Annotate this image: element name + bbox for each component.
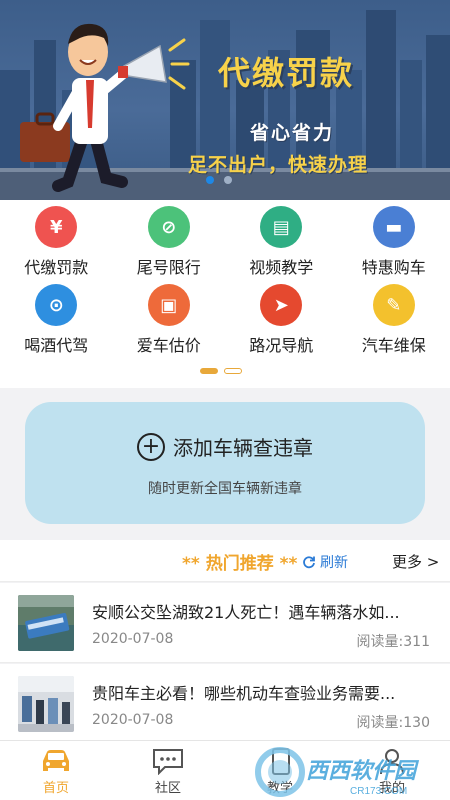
feature-item[interactable]: ▬ 特惠购车: [338, 206, 450, 284]
add-vehicle-title: 添加车辆查违章: [173, 436, 313, 460]
banner-dot[interactable]: [206, 176, 214, 184]
wrench-icon: ✎: [372, 284, 415, 326]
no-entry-icon: ⊘: [147, 206, 190, 248]
news-title: 安顺公交坠湖致21人死亡！遇车辆落水如...: [92, 603, 400, 622]
steering-wheel-icon: ⊙: [35, 284, 78, 326]
news-item[interactable]: 贵阳车主必看！哪些机动车查验业务需要... 2020-07-08 阅读量:130: [0, 664, 450, 744]
chat-icon: [153, 749, 183, 775]
banner-tagline: 足不出户，快速办理: [188, 154, 369, 176]
tab-home[interactable]: 首页: [26, 747, 86, 796]
feature-item[interactable]: ⊙ 喝酒代驾: [0, 284, 113, 362]
hot-recommend-header: ** 热门推荐 ** 刷新 更多 >: [0, 540, 450, 582]
plus-circle-icon: +: [137, 432, 165, 461]
car-icon: ▬: [372, 206, 415, 248]
news-read-count: 阅读量:130: [356, 715, 430, 731]
feature-item[interactable]: ▣ 爱车估价: [113, 284, 226, 362]
cr173-watermark-logo: 西西软件园 CR173.COM: [255, 747, 420, 797]
feature-label: 视频教学: [249, 258, 314, 277]
businessman-with-megaphone-illustration: [20, 23, 190, 192]
tab-label: 社区: [154, 781, 181, 796]
grid-page-indicator: [200, 368, 242, 374]
news-thumbnail: [18, 595, 74, 651]
navigation-icon: ➤: [260, 284, 303, 326]
news-date: 2020-07-08: [92, 631, 174, 647]
news-read-count: 阅读量:311: [356, 634, 430, 650]
car-home-icon: [43, 750, 69, 771]
page-indicator-dot: [224, 368, 242, 374]
tab-label: 首页: [42, 781, 69, 796]
feature-label: 路况导航: [249, 336, 314, 355]
promo-banner[interactable]: 代缴罚款 省心省力 足不出户，快速办理: [0, 0, 450, 200]
news-thumbnail: [18, 676, 74, 732]
refresh-label: 刷新: [320, 555, 348, 571]
feature-label: 爱车估价: [136, 336, 201, 355]
refresh-icon: [303, 556, 315, 569]
feature-item[interactable]: ➤ 路况导航: [225, 284, 338, 362]
feature-item[interactable]: ✎ 汽车维保: [338, 284, 450, 362]
svg-text:CR173.COM: CR173.COM: [350, 786, 407, 797]
feature-grid: ¥ 代缴罚款 ⊘ 尾号限行 ▤ 视频教学 ▬ 特惠购车 ⊙ 喝酒代驾 ▣ 爱车估价 ➤ 路况导航 ✎ 汽车维保: [0, 200, 450, 388]
add-vehicle-subtitle: 随时更新全国车辆新违章: [148, 481, 302, 497]
hot-recommend-title: ** 热门推荐 **: [182, 554, 298, 574]
feature-item[interactable]: ¥ 代缴罚款: [0, 206, 113, 284]
news-title: 贵阳车主必看！哪些机动车查验业务需要...: [92, 684, 396, 703]
tab-community[interactable]: 社区: [138, 747, 198, 796]
feature-label: 代缴罚款: [24, 258, 89, 277]
car-value-icon: ▣: [147, 284, 190, 326]
feature-label: 喝酒代驾: [24, 336, 89, 355]
more-link[interactable]: 更多 >: [392, 551, 439, 572]
banner-title: 代缴罚款: [218, 54, 355, 92]
banner-pagination: [206, 176, 232, 184]
banner-subtitle: 省心省力: [250, 122, 335, 144]
news-date: 2020-07-08: [92, 712, 174, 728]
feature-label: 汽车维保: [361, 336, 426, 355]
add-vehicle-card[interactable]: + 添加车辆查违章 随时更新全国车辆新违章: [25, 402, 425, 524]
banner-dot[interactable]: [224, 176, 232, 184]
refresh-button[interactable]: 刷新: [302, 552, 348, 572]
feature-item[interactable]: ▤ 视频教学: [225, 206, 338, 284]
feature-label: 特惠购车: [361, 258, 426, 277]
feature-label: 尾号限行: [136, 258, 201, 277]
svg-text:西西软件园: 西西软件园: [306, 758, 420, 783]
news-item[interactable]: 安顺公交坠湖致21人死亡！遇车辆落水如... 2020-07-08 阅读量:31…: [0, 583, 450, 663]
book-icon: ▤: [260, 206, 303, 248]
feature-item[interactable]: ⊘ 尾号限行: [113, 206, 226, 284]
yen-icon: ¥: [35, 206, 78, 248]
page-indicator-dot: [200, 368, 218, 374]
